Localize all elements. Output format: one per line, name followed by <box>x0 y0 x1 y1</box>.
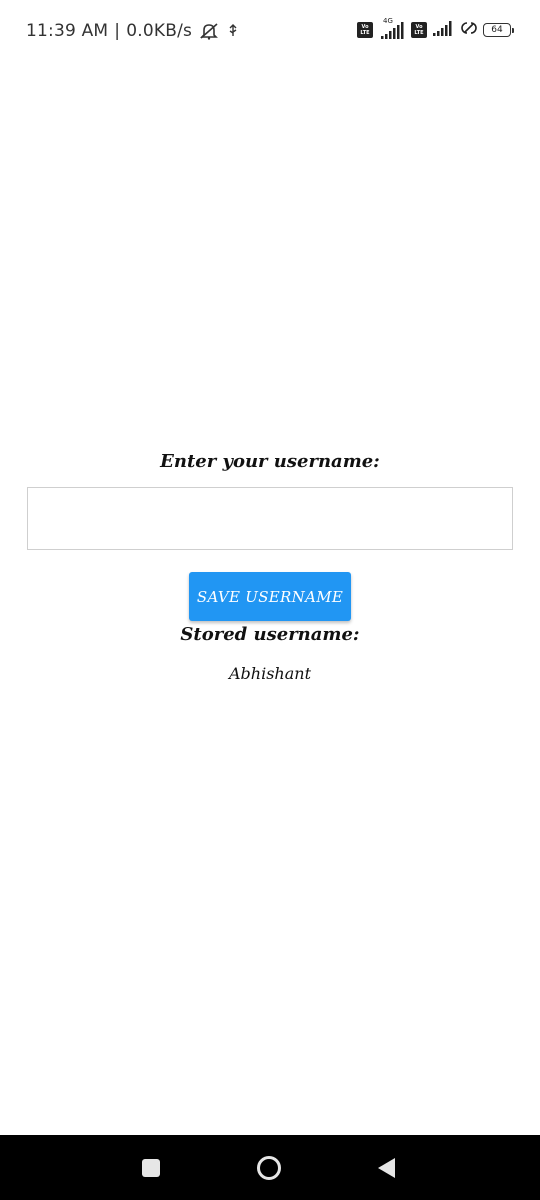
signal-4g-icon: 4G <box>377 17 407 42</box>
home-icon <box>257 1155 281 1180</box>
volte-icon-sim1: Vo LTE <box>357 22 373 38</box>
username-input[interactable] <box>27 487 513 550</box>
back-icon <box>378 1157 395 1178</box>
stored-username-label: Stored username: <box>180 624 360 645</box>
status-separator: | <box>114 21 121 41</box>
battery-icon: 64 <box>483 23 514 37</box>
status-time: 11:39 AM <box>26 21 109 41</box>
signal-sim2-icon <box>431 17 455 43</box>
status-bar: 11:39 AM | 0.0KB/s Vo LTE 4G Vo LTE 64 <box>0 0 540 62</box>
hotspot-icon <box>459 18 479 42</box>
stored-username-value: Abhishant <box>228 664 311 683</box>
battery-level: 64 <box>483 23 511 37</box>
status-left: 11:39 AM | 0.0KB/s <box>26 20 240 42</box>
status-right: Vo LTE 4G Vo LTE 64 <box>357 17 514 43</box>
recents-button[interactable] <box>128 1135 174 1200</box>
recents-icon <box>142 1158 160 1177</box>
home-button[interactable] <box>246 1135 292 1200</box>
volte-icon-sim2: Vo LTE <box>411 22 427 38</box>
back-button[interactable] <box>364 1135 410 1200</box>
username-prompt-label: Enter your username: <box>160 451 380 472</box>
usb-icon <box>226 24 240 38</box>
mute-icon <box>198 22 220 40</box>
status-speed: 0.0KB/s <box>126 21 193 41</box>
navigation-bar <box>0 1135 540 1200</box>
save-username-button[interactable]: SAVE USERNAME <box>189 572 351 621</box>
